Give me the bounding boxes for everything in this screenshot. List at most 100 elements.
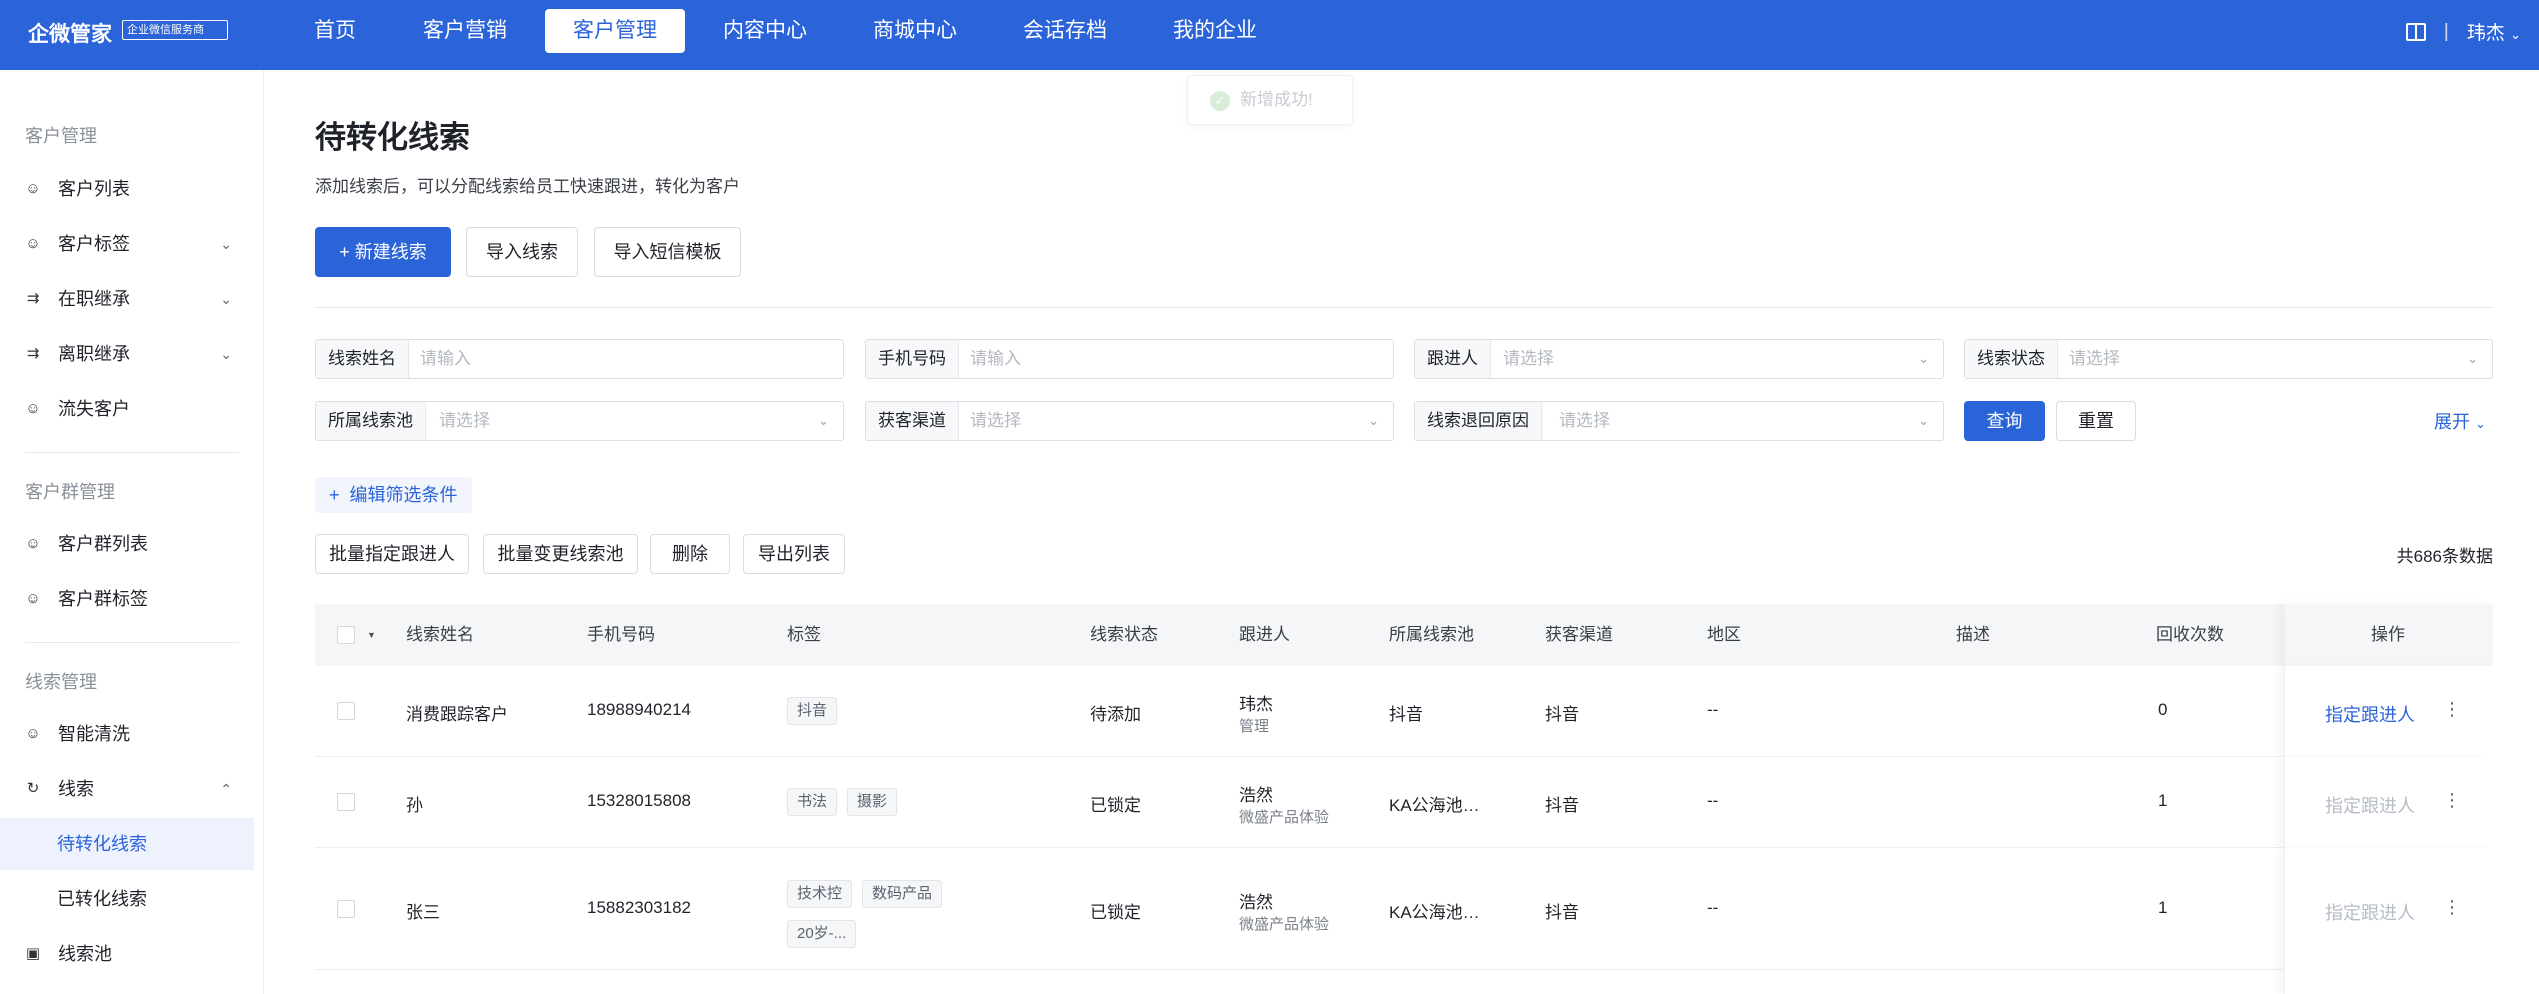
follower-dept: 微盛产品体验: [1239, 809, 1330, 826]
sidebar-item-label: 客户列表: [58, 179, 130, 199]
new-clue-button[interactable]: + 新建线索: [315, 227, 451, 277]
user-menu[interactable]: 玮杰 ⌄: [2467, 18, 2521, 45]
follower-dept: 微盛产品体验: [1239, 916, 1330, 933]
row-checkbox[interactable]: [337, 793, 355, 811]
more-icon[interactable]: ⋮: [2443, 699, 2461, 720]
field-placeholder: 请选择: [439, 411, 490, 430]
group-tag-icon: ☺: [25, 590, 41, 607]
sidebar-item-lost-customers[interactable]: ☺ 流失客户: [0, 383, 254, 435]
nav-customer-management[interactable]: 客户管理: [545, 9, 685, 53]
sidebar-item-resign-inherit[interactable]: ⇉ 离职继承 ⌄: [0, 328, 254, 380]
column-header: 描述: [1956, 625, 1990, 644]
more-icon[interactable]: ⋮: [2443, 790, 2461, 811]
cell-name: 孙: [406, 796, 423, 815]
export-list-button[interactable]: 导出列表: [743, 534, 845, 574]
query-button[interactable]: 查询: [1964, 401, 2045, 441]
sidebar-item-smart-clean[interactable]: ☺ 智能清洗: [0, 708, 254, 760]
nav-mall-center[interactable]: 商城中心: [862, 9, 968, 53]
tag: 技术控: [787, 880, 853, 908]
chevron-down-icon: ⌄: [1918, 413, 1929, 428]
bulk-assign-button[interactable]: 批量指定跟进人: [315, 534, 469, 574]
sidebar-item-label: 离职继承: [58, 344, 130, 364]
delete-button[interactable]: 删除: [650, 534, 730, 574]
cell-name: 消费跟踪客户: [406, 705, 508, 724]
cell-phone: 18988940214: [587, 700, 692, 719]
sidebar-item-label: 线索池: [58, 944, 112, 964]
sidebar-item-converted-clues[interactable]: 已转化线索: [0, 873, 254, 925]
sidebar-item-label: 客户标签: [58, 234, 130, 254]
row-checkbox[interactable]: [337, 702, 355, 720]
column-header: 回收次数: [2156, 625, 2224, 644]
sidebar-item-group-list[interactable]: ☺ 客户群列表: [0, 518, 254, 570]
nav-my-enterprise[interactable]: 我的企业: [1162, 9, 1268, 53]
import-sms-template-button[interactable]: 导入短信模板: [594, 227, 741, 277]
column-header: 获客渠道: [1545, 625, 1613, 644]
user-lost-icon: ☺: [25, 400, 41, 417]
assign-follower-link[interactable]: 指定跟进人: [2325, 792, 2415, 818]
cell-recycle-count: 1: [2158, 898, 2168, 917]
cell-follower: 浩然 微盛产品体验: [1239, 781, 1329, 827]
sidebar-divider: [25, 452, 239, 453]
table-header: ▼ 线索姓名 手机号码 标签 线索状态 跟进人 所属线索池 获客渠道 地区 描述…: [315, 604, 2493, 666]
assign-follower-link[interactable]: 指定跟进人: [2325, 701, 2415, 727]
channel-select[interactable]: 获客渠道 请选择 ⌄: [865, 401, 1394, 441]
user-tag-icon: ☺: [25, 235, 41, 252]
assign-follower-link[interactable]: 指定跟进人: [2325, 899, 2415, 925]
success-toast: ✓ 新增成功!: [1187, 75, 1353, 125]
row-checkbox[interactable]: [337, 900, 355, 918]
follower-dept: 管理: [1239, 718, 1270, 735]
nav-session-archive[interactable]: 会话存档: [1012, 9, 1118, 53]
sidebar-item-customer-list[interactable]: ☺ 客户列表: [0, 163, 254, 215]
help-book-icon[interactable]: [2405, 22, 2426, 41]
select-all-checkbox[interactable]: [337, 626, 355, 644]
cell-status: 待添加: [1090, 705, 1141, 724]
field-label: 所属线索池: [316, 402, 426, 440]
row-operations: 指定跟进人 ⋮: [2284, 757, 2493, 848]
more-icon[interactable]: ⋮: [2443, 897, 2461, 918]
sidebar-item-pending-clues[interactable]: 待转化线索: [0, 818, 254, 870]
chevron-down-icon: ⌄: [2475, 416, 2486, 431]
clue-pool-select[interactable]: 所属线索池 请选择 ⌄: [315, 401, 844, 441]
check-circle-icon: ✓: [1210, 91, 1230, 111]
edit-filter-button[interactable]: + 编辑筛选条件: [315, 477, 472, 513]
caret-down-icon[interactable]: ▼: [367, 604, 376, 666]
cell-pool: KA公海池…: [1389, 796, 1480, 815]
cell-follower: 浩然 微盛产品体验: [1239, 888, 1329, 934]
nav-customer-marketing[interactable]: 客户营销: [412, 9, 518, 53]
follower-name: 玮杰: [1239, 695, 1273, 714]
table-row: 消费跟踪客户 18988940214 抖音 待添加 玮杰 管理 抖音 抖音 --…: [315, 666, 2493, 757]
sidebar-item-customer-tags[interactable]: ☺ 客户标签 ⌄: [0, 218, 254, 270]
clue-status-select[interactable]: 线索状态 请选择 ⌄: [1964, 339, 2493, 379]
phone-filter[interactable]: 手机号码 请输入: [865, 339, 1394, 379]
sidebar-item-group-tags[interactable]: ☺ 客户群标签: [0, 573, 254, 625]
sidebar-item-clue-pool[interactable]: ▣ 线索池: [0, 928, 254, 980]
sidebar-item-clue[interactable]: ↻ 线索 ⌃: [0, 763, 254, 815]
field-label: 线索状态: [1965, 340, 2058, 378]
nav-home[interactable]: 首页: [306, 9, 364, 53]
chevron-down-icon: ⌄: [2467, 351, 2478, 366]
operation-column-header: 操作: [2284, 604, 2493, 666]
column-header: 线索状态: [1090, 625, 1158, 644]
sidebar-item-label: 客户群列表: [58, 534, 148, 554]
column-header: 跟进人: [1239, 625, 1290, 644]
reset-button[interactable]: 重置: [2056, 401, 2136, 441]
cell-region: --: [1707, 700, 1719, 719]
sidebar-item-onjob-inherit[interactable]: ⇉ 在职继承 ⌄: [0, 273, 254, 325]
follower-select[interactable]: 跟进人 请选择 ⌄: [1414, 339, 1944, 379]
bulk-change-pool-button[interactable]: 批量变更线索池: [483, 534, 638, 574]
cell-region: --: [1707, 898, 1719, 917]
cell-follower: 玮杰 管理: [1239, 690, 1273, 736]
clue-icon: ↻: [26, 780, 40, 797]
import-clue-button[interactable]: 导入线索: [466, 227, 578, 277]
sidebar-item-label: 流失客户: [58, 399, 130, 419]
brand-logo[interactable]: 企微管家: [28, 18, 112, 48]
return-reason-select[interactable]: 线索退回原因 请选择 ⌄: [1414, 401, 1944, 441]
expand-filters-link[interactable]: 展开 ⌄: [2434, 408, 2486, 434]
nav-content-center[interactable]: 内容中心: [712, 9, 818, 53]
sidebar-item-label: 在职继承: [58, 289, 130, 309]
clue-name-filter[interactable]: 线索姓名 请输入: [315, 339, 844, 379]
column-header: 手机号码: [587, 625, 655, 644]
section-divider: [315, 307, 2493, 308]
chevron-down-icon: ⌄: [2510, 27, 2521, 42]
cell-tags: 技术控 数码产品20岁-...: [787, 873, 987, 953]
